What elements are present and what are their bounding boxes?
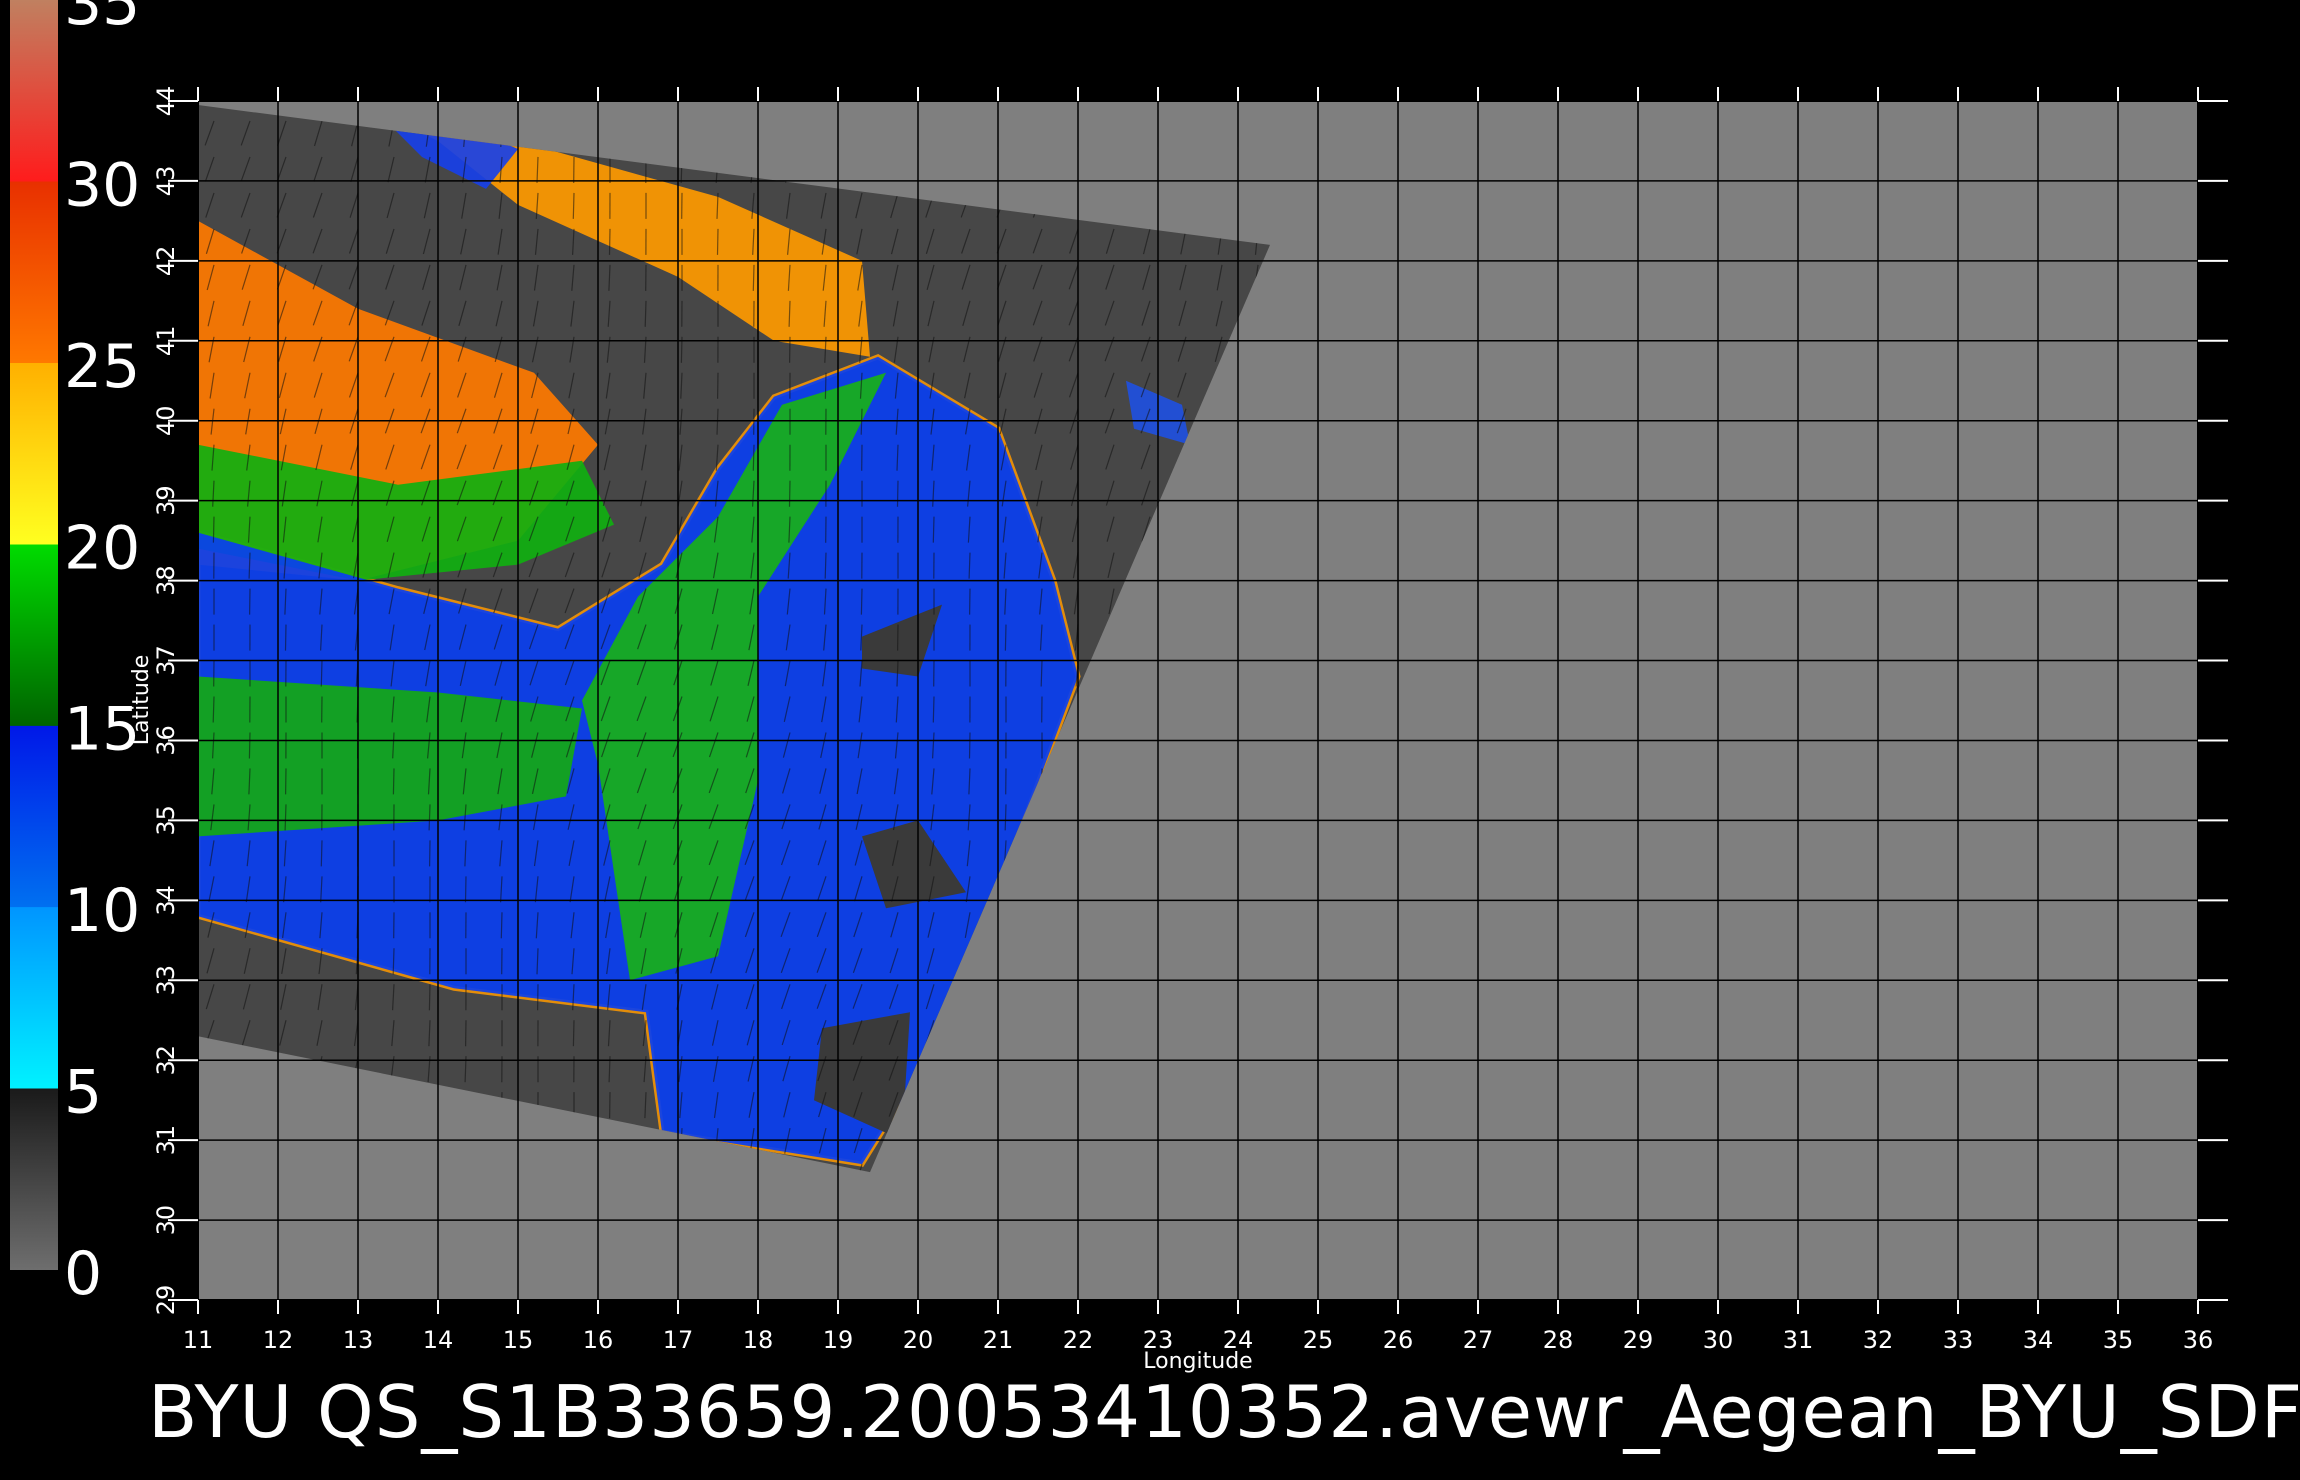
y-tick-label: 43 [152, 166, 180, 197]
wind-vector [428, 984, 431, 1011]
wind-vector [392, 948, 395, 975]
x-tick-label: 20 [903, 1326, 934, 1354]
x-tick-label: 27 [1463, 1326, 1494, 1354]
x-tick-label: 16 [583, 1326, 614, 1354]
wind-vector [1004, 804, 1007, 831]
wind-vector [284, 624, 287, 651]
colorbar-scale [10, 0, 58, 1270]
wind-vector [320, 660, 323, 687]
wind-vector [716, 228, 719, 255]
colorbar-tick-label: 20 [64, 513, 140, 583]
colorbar: 05101520253035 [10, 0, 140, 1309]
y-tick-label: 39 [152, 485, 180, 516]
wind-vector [932, 516, 935, 543]
y-tick-label: 36 [152, 725, 180, 756]
wind-vector [572, 192, 575, 219]
x-tick-label: 36 [2183, 1326, 2214, 1354]
x-tick-label: 18 [743, 1326, 774, 1354]
colorbar-tick-label: 10 [64, 876, 140, 946]
wind-vector [644, 300, 647, 327]
wind-vector [824, 552, 827, 579]
wind-vector [824, 372, 827, 399]
x-tick-label: 33 [1943, 1326, 1974, 1354]
x-tick-label: 29 [1623, 1326, 1654, 1354]
x-tick-label: 30 [1703, 1326, 1734, 1354]
x-tick-label: 26 [1383, 1326, 1414, 1354]
y-tick-label: 35 [152, 805, 180, 836]
map-panel [197, 100, 2199, 1301]
y-tick-label: 38 [152, 565, 180, 596]
y-tick-label: 40 [152, 405, 180, 436]
y-tick-label: 37 [152, 645, 180, 676]
x-tick-label: 17 [663, 1326, 694, 1354]
colorbar-tick-label: 35 [64, 0, 140, 39]
x-tick-label: 32 [1863, 1326, 1894, 1354]
colorbar-tick-label: 0 [64, 1239, 102, 1309]
x-tick-label: 25 [1303, 1326, 1334, 1354]
colorbar-tick-label: 30 [64, 150, 140, 220]
y-tick-label: 31 [152, 1125, 180, 1156]
wind-vector [1040, 660, 1043, 687]
wind-vector [752, 264, 755, 291]
wind-vector [392, 768, 395, 795]
x-tick-label: 28 [1543, 1326, 1574, 1354]
wind-vector [212, 516, 215, 543]
x-tick-label: 12 [263, 1326, 294, 1354]
y-tick-label: 42 [152, 246, 180, 277]
wind-vector [896, 480, 899, 507]
wind-speed-map: 05101520253035 11 12 13 14 15 16 17 18 19 20 21 22 2… [10, 0, 2228, 1374]
colorbar-ticks: 05101520253035 [64, 0, 140, 1309]
y-tick-label: 41 [152, 326, 180, 357]
wind-vector [860, 408, 863, 435]
x-tick-label: 34 [2023, 1326, 2054, 1354]
wind-vector [572, 1020, 575, 1047]
wind-vector [608, 228, 611, 255]
wind-vector [932, 696, 935, 723]
y-tick-label: 34 [152, 885, 180, 916]
x-tick-label: 35 [2103, 1326, 2134, 1354]
y-tick-label: 44 [152, 86, 180, 117]
wind-vector [1004, 624, 1007, 651]
y-tick-label: 29 [152, 1285, 180, 1316]
x-tick-label: 15 [503, 1326, 534, 1354]
x-tick-label: 14 [423, 1326, 454, 1354]
wind-vector [500, 912, 503, 939]
product-title: BYU QS_S1B33659.20053410352.avewr_Aegean… [148, 1370, 2298, 1454]
wind-vector [788, 480, 791, 507]
wind-vector [212, 696, 215, 723]
wind-vector [752, 444, 755, 471]
y-tick-label: 30 [152, 1205, 180, 1236]
y-axis-label: Latitude [129, 655, 154, 746]
wind-vector [860, 588, 863, 615]
colorbar-tick-label: 25 [64, 332, 140, 402]
colorbar-tick-label: 5 [64, 1058, 102, 1128]
x-tick-label: 21 [983, 1326, 1014, 1354]
wind-vector [968, 732, 971, 759]
wind-vector [248, 732, 251, 759]
y-tick-label: 32 [152, 1045, 180, 1076]
x-tick-label: 31 [1783, 1326, 1814, 1354]
x-tick-label: 19 [823, 1326, 854, 1354]
wind-vector [464, 876, 467, 903]
wind-vector [320, 840, 323, 867]
x-tick-label: 22 [1063, 1326, 1094, 1354]
x-tick-label: 13 [343, 1326, 374, 1354]
y-tick-label: 33 [152, 965, 180, 996]
x-tick-label: 11 [183, 1326, 214, 1354]
